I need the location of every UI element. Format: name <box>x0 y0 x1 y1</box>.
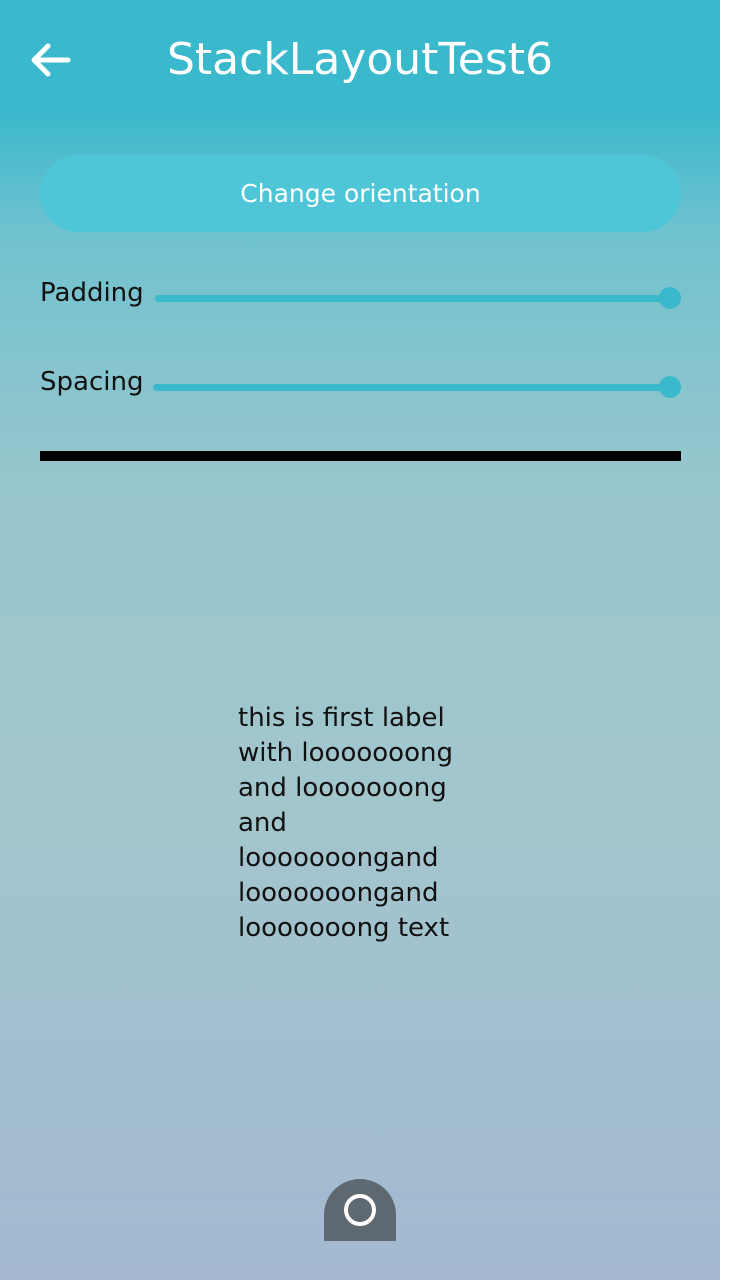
app-screen: StackLayoutTest6 Change orientation Padd… <box>0 0 720 1280</box>
spacing-label: Spacing <box>40 367 144 397</box>
spacing-slider-thumb[interactable] <box>659 376 681 398</box>
padding-slider[interactable] <box>155 286 681 310</box>
home-circle-icon <box>344 1194 376 1226</box>
spacing-slider-fill <box>153 384 670 391</box>
divider <box>40 451 681 461</box>
padding-slider-fill <box>155 295 670 302</box>
change-orientation-button[interactable]: Change orientation <box>40 155 681 232</box>
padding-label: Padding <box>40 278 144 308</box>
app-header: StackLayoutTest6 <box>0 0 720 120</box>
home-button[interactable] <box>324 1179 396 1241</box>
padding-slider-thumb[interactable] <box>659 287 681 309</box>
page-title: StackLayoutTest6 <box>166 34 554 85</box>
first-label: this is first label with looooooong and … <box>238 703 453 943</box>
spacing-slider[interactable] <box>153 375 681 399</box>
